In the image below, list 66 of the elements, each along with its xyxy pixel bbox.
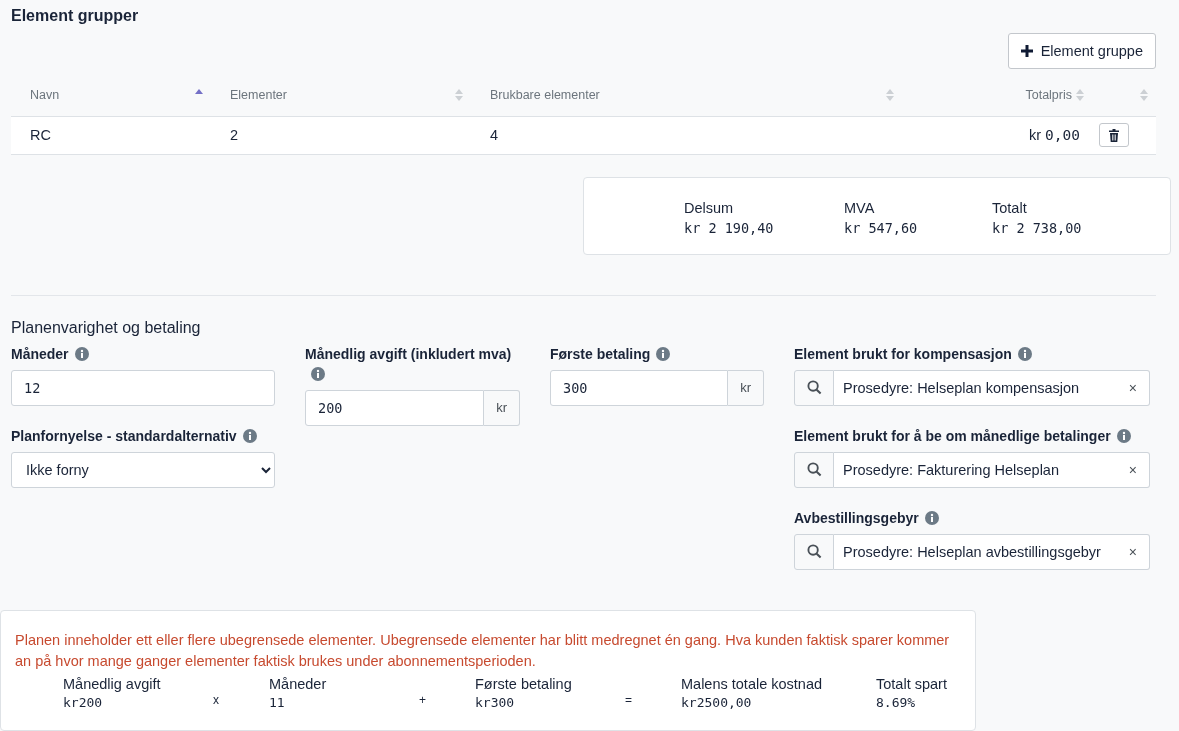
info-icon: [924, 510, 939, 525]
search-icon: [806, 544, 822, 560]
info-icon: [74, 346, 89, 361]
total-value: kr 2 190,40: [684, 219, 775, 236]
operator-sign: =: [625, 691, 633, 707]
delete-button[interactable]: [1099, 123, 1129, 148]
field-label: Månedlig avgift (inkludert mva): [305, 343, 520, 384]
term-value: kr300: [475, 694, 516, 710]
field-label: Element brukt for kompensasjon: [794, 343, 1150, 364]
total-value: kr 547,60: [844, 219, 919, 236]
operator-sign: +: [419, 691, 427, 707]
term-label: Månedlig avgift: [63, 675, 162, 692]
term-label: Måneder: [269, 675, 328, 692]
term-value: 8.69%: [876, 694, 917, 710]
add-group-button[interactable]: Element gruppe: [1007, 33, 1156, 69]
currency-addon: kr: [728, 369, 764, 406]
term-label: Første betaling: [475, 675, 573, 692]
total-value: kr 2 738,00: [992, 219, 1083, 236]
search-icon: [806, 462, 822, 478]
lookup-field[interactable]: Prosedyre: Fakturering Helseplan ×: [834, 451, 1150, 488]
section-title: Element grupper: [11, 7, 140, 25]
input-field[interactable]: 12: [11, 369, 275, 406]
field-label: Måneder: [11, 343, 275, 364]
column-header[interactable]: Brukbare elementer: [490, 88, 600, 103]
trash-icon: [1109, 128, 1119, 142]
search-icon: [806, 380, 822, 396]
total-label: MVA: [844, 199, 876, 216]
term-label: Totalt spart: [876, 675, 948, 692]
input-field[interactable]: 200: [305, 389, 485, 426]
table-cell-text: kr 0,00: [1027, 127, 1081, 144]
field-label: Første betaling: [550, 343, 764, 364]
info-icon: [1116, 428, 1131, 443]
field-label: Planfornyelse - standardalternativ: [11, 425, 275, 446]
operator-sign: x: [213, 691, 220, 707]
search-button[interactable]: [794, 533, 834, 570]
term-value: kr2500,00: [681, 694, 753, 710]
info-icon: [1017, 346, 1032, 361]
select-field[interactable]: Ikke forny: [11, 451, 275, 488]
clear-button[interactable]: ×: [1124, 379, 1141, 396]
input-field[interactable]: 300: [550, 369, 729, 406]
clear-button[interactable]: ×: [1124, 543, 1141, 560]
section-title: Planenvarighet og betaling: [11, 318, 202, 337]
total-label: Delsum: [684, 199, 735, 216]
table-cell-text: 2: [229, 127, 240, 144]
lookup-field[interactable]: Prosedyre: Helseplan avbestillingsgebyr ×: [834, 533, 1150, 570]
lookup-field[interactable]: Prosedyre: Helseplan kompensasjon ×: [834, 369, 1150, 406]
column-header[interactable]: Navn: [30, 88, 60, 103]
warning-text: Planen inneholder ett eller flere ubegrensede elementer. Ubegrensede elementer har blitt medregnet én gang. Hva kunden faktisk sparer kommer an på hvor mange ganger elementer faktisk brukes under abonnementsperioden.: [15, 630, 951, 671]
info-icon: [656, 346, 671, 361]
search-button[interactable]: [794, 451, 834, 488]
currency-addon: kr: [484, 389, 520, 426]
field-label: Element brukt for å be om månedlige betalinger: [794, 425, 1150, 446]
search-button[interactable]: [794, 369, 834, 406]
table-cell-text: 4: [489, 127, 500, 144]
plus-icon: [1020, 45, 1033, 57]
column-header[interactable]: Elementer: [230, 88, 287, 103]
total-label: Totalt: [992, 199, 1028, 216]
term-value: kr200: [63, 694, 104, 710]
field-label: Avbestillingsgebyr: [794, 507, 1150, 528]
info-icon: [242, 428, 257, 443]
info-icon: [311, 366, 325, 381]
clear-button[interactable]: ×: [1124, 461, 1141, 478]
term-value: 11: [269, 694, 286, 710]
term-label: Malens totale kostnad: [681, 675, 824, 692]
table-cell-text: RC: [29, 127, 52, 144]
column-header[interactable]: Totalpris: [1025, 88, 1072, 103]
